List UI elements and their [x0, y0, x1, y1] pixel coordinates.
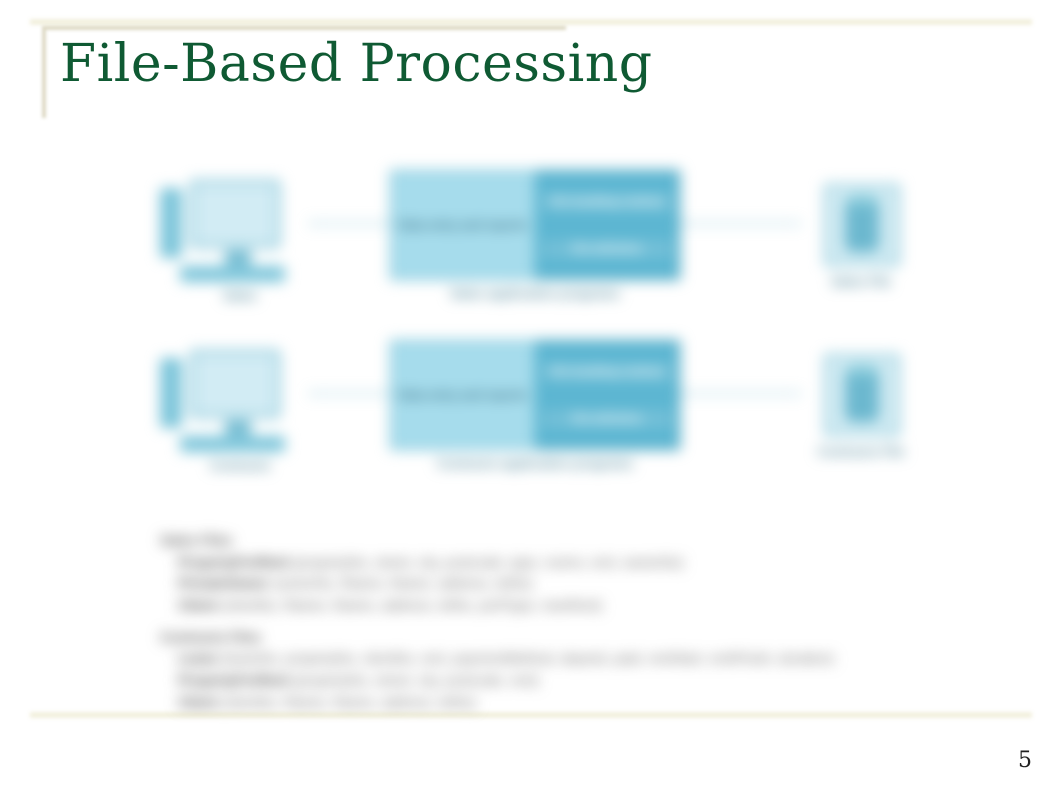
app-right-panel: File handling routines File definition: [536, 340, 680, 450]
pc-label: Contracts: [190, 458, 290, 473]
pc-icon: Sales: [160, 180, 310, 300]
schema-fields: (leaseNo, propertyNo, clientNo, rent, pa…: [222, 650, 834, 666]
monitor-icon: [190, 180, 280, 248]
database-cylinder-icon: [845, 198, 879, 252]
app-caption: Sales application programs: [390, 286, 680, 301]
file-label: Contracts File: [806, 444, 916, 459]
contracts-files-header: Contracts Files: [160, 627, 890, 649]
schema-text: Sales Files PropertyForRent (propertyNo,…: [160, 520, 890, 714]
schema-line: PrivateOwner (ownerNo, fName, lName, add…: [160, 573, 890, 595]
monitor-icon: [190, 350, 280, 418]
slide-title: File-Based Processing: [60, 34, 653, 94]
diagram-row-contracts: Contracts Data entry and reports File ha…: [160, 340, 900, 500]
connector-line: [680, 222, 800, 225]
diagram-figure: Sales Data entry and reports File handli…: [160, 170, 900, 710]
schema-fields: (clientNo, fName, lName, address, telNo,…: [221, 597, 602, 613]
app-right-panel: File handling routines File definition: [536, 170, 680, 280]
schema-name: Client: [178, 597, 217, 613]
sales-files-header: Sales Files: [160, 530, 890, 552]
schema-fields: (ownerNo, fName, lName, address, telNo): [272, 575, 533, 591]
slide: File-Based Processing Sales Data entry a…: [0, 0, 1062, 797]
schema-name: PropertyForRent: [178, 554, 289, 570]
app-caption: Contracts application programs: [390, 456, 680, 471]
connector-line: [310, 392, 390, 395]
database-cylinder-icon: [845, 368, 879, 422]
file-label: Sales File: [806, 274, 916, 289]
schema-line: Client (clientNo, fName, lName, address,…: [160, 595, 890, 617]
slide-top-rule: [30, 18, 1032, 26]
keyboard-icon: [180, 266, 285, 282]
schema-name: Lease: [178, 650, 218, 666]
schema-line: PropertyForRent (propertyNo, street, cit…: [160, 552, 890, 574]
page-number: 5: [1018, 748, 1032, 773]
application-box: Data entry and reports File handling rou…: [390, 340, 680, 450]
app-right-top: File handling routines: [542, 363, 672, 381]
slide-bottom-rule: [30, 711, 1032, 719]
schema-name: PropertyForRent: [178, 672, 289, 688]
schema-name: Client: [178, 694, 217, 710]
schema-fields: (propertyNo, street, city, postcode, ren…: [293, 672, 539, 688]
diagram-row-sales: Sales Data entry and reports File handli…: [160, 170, 900, 330]
app-left-panel: Data entry and reports: [390, 340, 536, 450]
tower-icon: [160, 358, 182, 428]
file-box: [824, 184, 900, 266]
connector-line: [310, 222, 390, 225]
app-left-panel: Data entry and reports: [390, 170, 536, 280]
schema-name: PrivateOwner: [178, 575, 268, 591]
app-right-bottom: File definition: [542, 410, 672, 428]
schema-line: Lease (leaseNo, propertyNo, clientNo, re…: [160, 648, 890, 670]
schema-line: PropertyForRent (propertyNo, street, cit…: [160, 670, 890, 692]
connector-line: [680, 392, 800, 395]
file-box: [824, 354, 900, 436]
schema-fields: (clientNo, fName, lName, address, telNo): [221, 694, 476, 710]
schema-fields: (propertyNo, street, city, postcode, typ…: [293, 554, 683, 570]
app-right-top: File handling routines: [542, 193, 672, 211]
application-box: Data entry and reports File handling rou…: [390, 170, 680, 280]
app-right-bottom: File definition: [542, 240, 672, 258]
keyboard-icon: [180, 436, 285, 452]
pc-icon: Contracts: [160, 350, 310, 470]
pc-label: Sales: [190, 288, 290, 303]
tower-icon: [160, 188, 182, 258]
